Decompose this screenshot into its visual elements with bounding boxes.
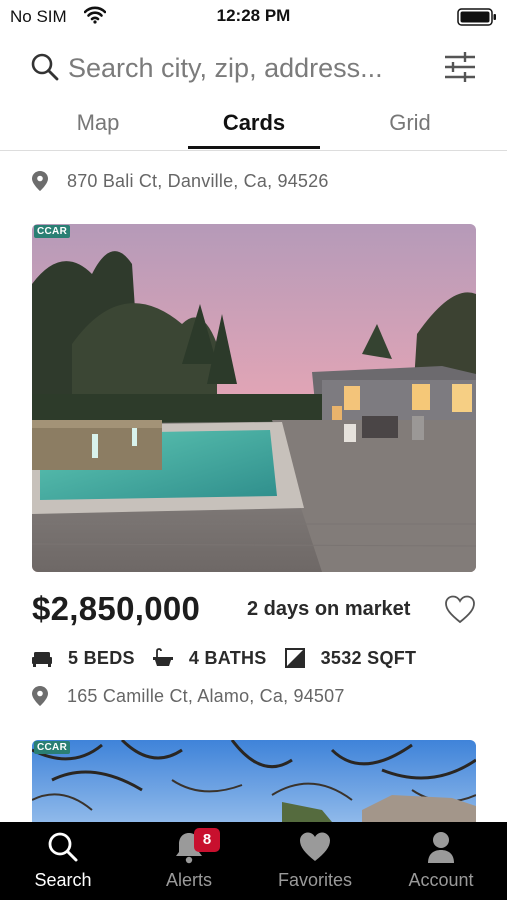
listing-address: 165 Camille Ct, Alamo, Ca, 94507	[32, 683, 345, 709]
bottom-navigation: Search 8 Alerts Favorites Account	[0, 822, 507, 900]
nav-account[interactable]: Account	[378, 822, 504, 900]
address-text: 165 Camille Ct, Alamo, Ca, 94507	[67, 685, 345, 706]
nav-label: Favorites	[277, 870, 353, 890]
active-tab-indicator	[188, 146, 320, 149]
tab-cards[interactable]: Cards	[188, 110, 320, 150]
tab-map[interactable]: Map	[48, 110, 148, 150]
search-input[interactable]	[68, 50, 428, 86]
filter-icon[interactable]	[443, 49, 477, 85]
listing-photo[interactable]: CCAR	[32, 740, 476, 822]
listing-specs: 5 BEDS 4 BATHS 3532 SQFT	[32, 645, 434, 671]
bathtub-icon	[152, 648, 173, 666]
listing-address: 870 Bali Ct, Danville, Ca, 94526	[32, 168, 329, 194]
ccar-badge: CCAR	[34, 741, 71, 754]
days-on-market: 2 days on market	[247, 598, 411, 620]
search-icon[interactable]	[30, 52, 60, 82]
nav-favorites[interactable]: Favorites	[252, 822, 378, 900]
beds-count: 5 BEDS	[68, 647, 135, 668]
address-text: 870 Bali Ct, Danville, Ca, 94526	[67, 170, 329, 191]
nav-alerts[interactable]: 8 Alerts	[126, 822, 252, 900]
nav-label: Account	[408, 870, 474, 890]
listing-price: $2,850,000	[32, 590, 201, 627]
tree-sky-photo	[32, 740, 476, 822]
search-icon	[48, 832, 78, 862]
person-icon	[428, 832, 454, 863]
location-pin-icon	[32, 171, 48, 191]
tab-grid[interactable]: Grid	[360, 110, 460, 150]
square-footage-icon	[284, 648, 305, 668]
pool-house-photo	[32, 224, 476, 572]
heart-icon	[300, 832, 330, 861]
location-pin-icon	[32, 686, 48, 706]
nav-label: Search	[34, 870, 92, 890]
alerts-count-badge: 8	[194, 828, 220, 852]
square-footage: 3532 SQFT	[320, 647, 417, 668]
favorite-heart-icon[interactable]	[444, 594, 476, 624]
nav-label: Alerts	[165, 870, 212, 890]
listing-photo[interactable]: CCAR	[32, 224, 476, 572]
bed-icon	[32, 652, 52, 667]
nav-search[interactable]: Search	[0, 822, 126, 900]
listing-summary: $2,850,000 2 days on market	[32, 588, 480, 632]
status-bar: No SIM 12:28 PM	[0, 0, 507, 34]
search-bar	[0, 44, 507, 94]
battery-icon	[457, 8, 496, 26]
baths-count: 4 BATHS	[188, 647, 267, 668]
view-tabs: Map Cards Grid	[0, 100, 507, 151]
ccar-badge: CCAR	[34, 225, 71, 238]
clock: 12:28 PM	[216, 6, 291, 25]
